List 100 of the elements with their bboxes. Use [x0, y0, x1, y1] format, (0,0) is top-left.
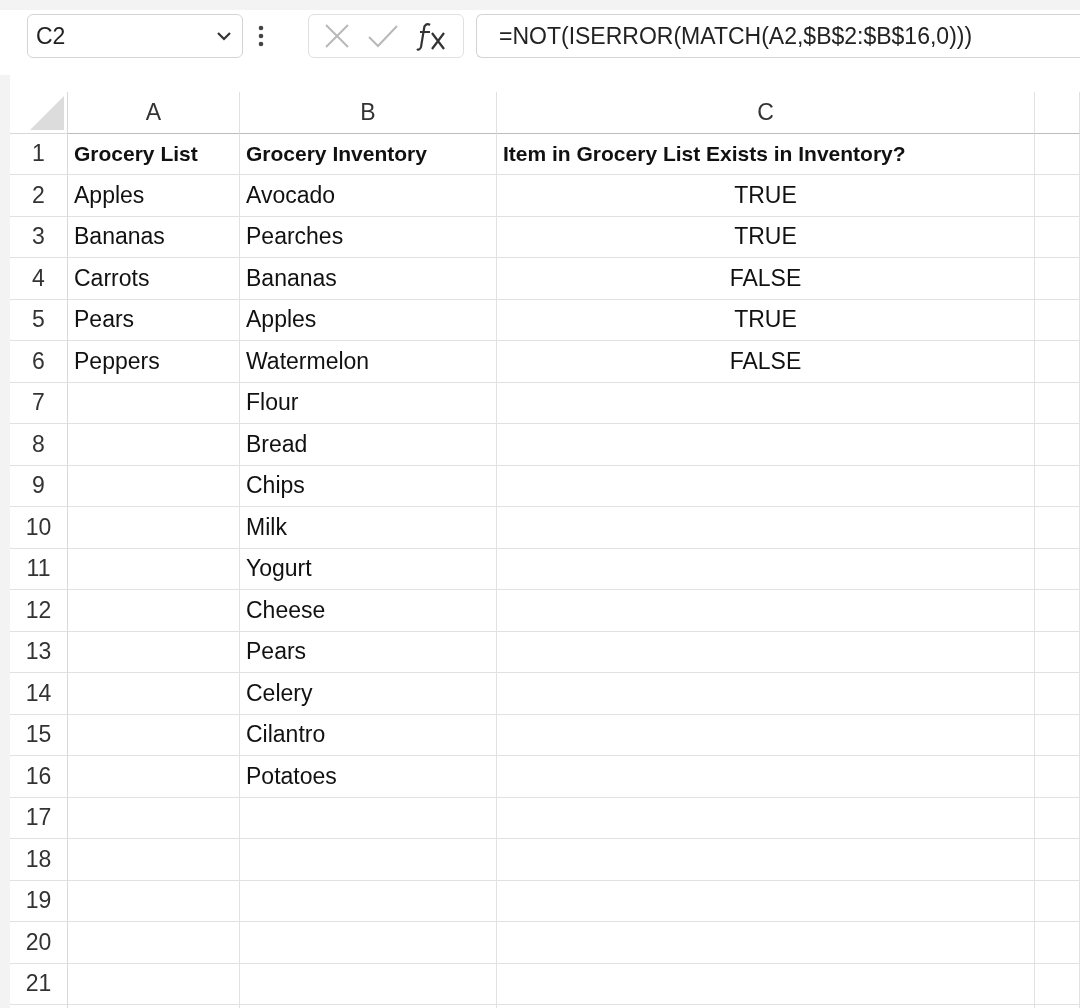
table-cell[interactable] — [68, 382, 240, 424]
more-options-icon[interactable] — [258, 25, 264, 47]
table-cell[interactable]: Cilantro — [240, 714, 497, 756]
table-cell[interactable]: Yogurt — [240, 548, 497, 590]
row-header[interactable]: 9 — [10, 465, 68, 507]
row-header[interactable]: 3 — [10, 216, 68, 258]
table-cell[interactable]: Bananas — [68, 216, 240, 258]
table-cell[interactable] — [1035, 673, 1080, 715]
row-header[interactable]: 2 — [10, 175, 68, 217]
table-cell[interactable] — [497, 673, 1035, 715]
table-cell[interactable] — [497, 756, 1035, 798]
table-cell[interactable] — [68, 880, 240, 922]
table-cell[interactable] — [497, 465, 1035, 507]
row-header[interactable]: 11 — [10, 548, 68, 590]
close-icon[interactable] — [323, 23, 350, 49]
table-cell[interactable] — [497, 922, 1035, 964]
table-cell[interactable] — [1035, 548, 1080, 590]
row-header[interactable]: 18 — [10, 839, 68, 881]
row-header[interactable]: 6 — [10, 341, 68, 383]
row-header[interactable]: 15 — [10, 714, 68, 756]
table-cell[interactable] — [497, 507, 1035, 549]
formula-field[interactable]: =NOT(ISERROR(MATCH(A2,$B$2:$B$16,0))) — [476, 14, 1080, 58]
table-cell[interactable]: FALSE — [497, 258, 1035, 300]
table-cell[interactable]: Avocado — [240, 175, 497, 217]
table-cell[interactable]: Celery — [240, 673, 497, 715]
table-cell[interactable] — [1035, 133, 1080, 175]
table-cell[interactable]: Carrots — [68, 258, 240, 300]
table-cell[interactable] — [497, 382, 1035, 424]
table-cell[interactable]: Pears — [68, 299, 240, 341]
name-box[interactable]: C2 — [27, 14, 243, 58]
column-header[interactable]: B — [240, 92, 497, 134]
table-cell[interactable]: Peppers — [68, 341, 240, 383]
table-cell[interactable] — [497, 880, 1035, 922]
table-cell[interactable] — [1035, 507, 1080, 549]
table-cell[interactable] — [68, 673, 240, 715]
column-header[interactable]: C — [497, 92, 1035, 134]
row-header[interactable]: 7 — [10, 382, 68, 424]
table-cell[interactable] — [1035, 258, 1080, 300]
table-cell[interactable]: Bananas — [240, 258, 497, 300]
table-cell[interactable]: FALSE — [497, 341, 1035, 383]
row-header[interactable]: 13 — [10, 631, 68, 673]
table-cell[interactable] — [1035, 299, 1080, 341]
table-cell[interactable]: Chips — [240, 465, 497, 507]
row-header[interactable]: 16 — [10, 756, 68, 798]
table-cell[interactable] — [240, 797, 497, 839]
table-cell[interactable] — [497, 548, 1035, 590]
table-cell[interactable] — [1035, 922, 1080, 964]
select-all-icon[interactable] — [30, 95, 64, 130]
table-cell[interactable] — [1035, 797, 1080, 839]
table-cell[interactable]: Flour — [240, 382, 497, 424]
table-cell[interactable]: TRUE — [497, 299, 1035, 341]
table-cell[interactable]: Grocery List — [68, 133, 240, 175]
table-cell[interactable] — [68, 963, 240, 1005]
table-cell[interactable]: Apples — [240, 299, 497, 341]
row-header[interactable]: 20 — [10, 922, 68, 964]
table-cell[interactable] — [68, 548, 240, 590]
table-cell[interactable]: Apples — [68, 175, 240, 217]
table-cell[interactable] — [68, 922, 240, 964]
table-cell[interactable] — [1035, 839, 1080, 881]
table-cell[interactable]: Pears — [240, 631, 497, 673]
table-cell[interactable]: Bread — [240, 424, 497, 466]
table-cell[interactable] — [1035, 631, 1080, 673]
table-cell[interactable]: Cheese — [240, 590, 497, 632]
row-header[interactable]: 10 — [10, 507, 68, 549]
table-cell[interactable] — [68, 631, 240, 673]
table-cell[interactable] — [1035, 175, 1080, 217]
table-cell[interactable]: Grocery Inventory — [240, 133, 497, 175]
table-cell[interactable]: Watermelon — [240, 341, 497, 383]
corner-cell[interactable] — [10, 92, 68, 134]
table-cell[interactable] — [1035, 880, 1080, 922]
table-cell[interactable] — [497, 631, 1035, 673]
table-cell[interactable] — [497, 590, 1035, 632]
table-cell[interactable] — [497, 714, 1035, 756]
table-cell[interactable]: Milk — [240, 507, 497, 549]
table-cell[interactable] — [497, 963, 1035, 1005]
table-cell[interactable] — [68, 714, 240, 756]
column-header[interactable] — [1035, 92, 1080, 134]
table-cell[interactable] — [68, 465, 240, 507]
table-cell[interactable]: TRUE — [497, 175, 1035, 217]
table-cell[interactable] — [1035, 424, 1080, 466]
row-header[interactable]: 4 — [10, 258, 68, 300]
row-header[interactable]: 8 — [10, 424, 68, 466]
row-header[interactable]: 12 — [10, 590, 68, 632]
check-icon[interactable] — [367, 24, 399, 48]
table-cell[interactable] — [497, 797, 1035, 839]
row-header[interactable]: 21 — [10, 963, 68, 1005]
table-cell[interactable] — [497, 424, 1035, 466]
table-cell[interactable]: Item in Grocery List Exists in Inventory? — [497, 133, 1035, 175]
table-cell[interactable]: Pearches — [240, 216, 497, 258]
table-cell[interactable] — [68, 839, 240, 881]
row-header[interactable]: 17 — [10, 797, 68, 839]
table-cell[interactable] — [68, 756, 240, 798]
table-cell[interactable] — [1035, 963, 1080, 1005]
row-header[interactable]: 5 — [10, 299, 68, 341]
table-cell[interactable] — [1035, 341, 1080, 383]
table-cell[interactable] — [1035, 756, 1080, 798]
table-cell[interactable] — [68, 424, 240, 466]
table-cell[interactable] — [1035, 714, 1080, 756]
table-cell[interactable] — [68, 797, 240, 839]
table-cell[interactable] — [240, 922, 497, 964]
